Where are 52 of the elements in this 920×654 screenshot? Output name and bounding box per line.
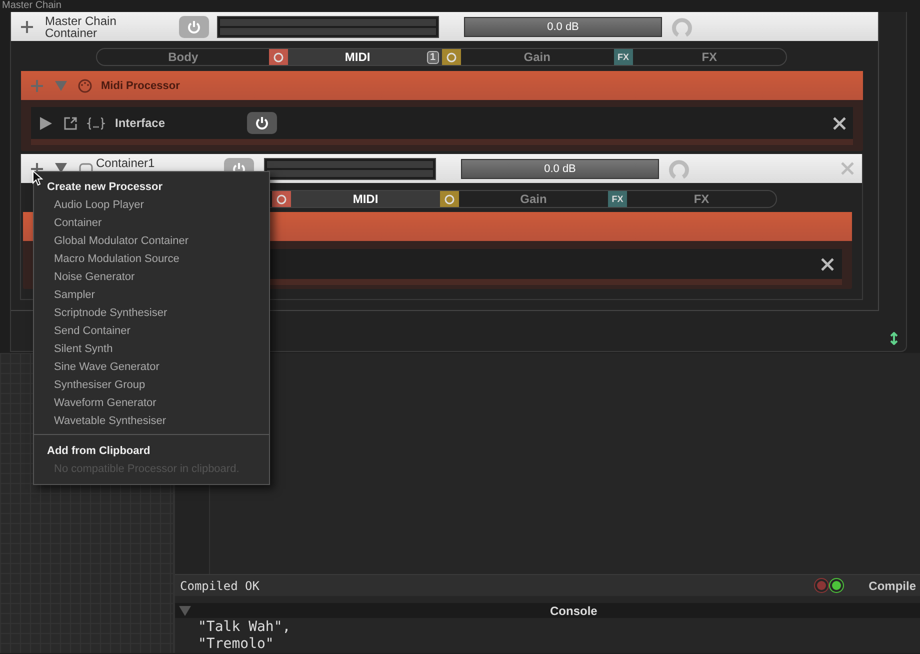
menu-heading: Add from Clipboard bbox=[46, 444, 152, 459]
power-icon bbox=[255, 116, 270, 130]
menu-heading: Create new Processor bbox=[46, 180, 164, 195]
midi-port-icon bbox=[78, 78, 92, 92]
menu-item[interactable]: Send Container bbox=[34, 322, 269, 340]
compile-status: Compiled OK bbox=[180, 578, 260, 593]
menu-item[interactable]: Scriptnode Synthesiser bbox=[34, 304, 269, 322]
tab[interactable]: MIDI 1 bbox=[269, 49, 442, 65]
tab[interactable]: Body bbox=[97, 49, 270, 65]
menu-item[interactable]: Waveform Generator bbox=[34, 394, 269, 412]
processor-name: Midi Processor bbox=[101, 80, 180, 92]
fx-icon: FX bbox=[608, 191, 627, 207]
power-icon bbox=[187, 20, 201, 34]
gain-value: 0.0 dB bbox=[547, 20, 579, 32]
gain-value: 0.0 dB bbox=[544, 162, 576, 174]
processor-type: Container bbox=[45, 26, 98, 38]
power-button[interactable] bbox=[247, 112, 278, 134]
external-link-icon[interactable] bbox=[64, 116, 77, 130]
count-badge: 1 bbox=[426, 50, 438, 64]
tab[interactable]: Gain bbox=[440, 191, 608, 207]
tab[interactable]: FX FX bbox=[614, 49, 786, 65]
fx-icon: FX bbox=[614, 49, 633, 65]
menu-item[interactable]: Silent Synth bbox=[34, 340, 269, 358]
menu-item[interactable]: Sine Wave Generator bbox=[34, 358, 269, 376]
gain-slider[interactable]: 0.0 dB bbox=[461, 158, 659, 178]
close-icon[interactable] bbox=[833, 116, 846, 130]
processor-name: Container1 bbox=[96, 157, 156, 169]
menu-item[interactable]: Container bbox=[34, 214, 269, 232]
close-icon[interactable] bbox=[821, 258, 834, 270]
play-icon[interactable] bbox=[40, 116, 52, 130]
menu-item[interactable]: Wavetable Synthesiser bbox=[34, 412, 269, 430]
menu-item[interactable]: Macro Modulation Source bbox=[34, 250, 269, 268]
processor-name: Master Chain bbox=[45, 14, 118, 26]
resize-icon[interactable] bbox=[890, 332, 898, 345]
console-line: "Tremolo" bbox=[198, 636, 275, 653]
menu-item[interactable]: Noise Generator bbox=[34, 268, 269, 286]
window-title: Master Chain bbox=[2, 0, 62, 12]
braces-icon bbox=[87, 116, 105, 130]
console-title: Console bbox=[550, 604, 598, 618]
compile-button[interactable]: Compile bbox=[864, 578, 920, 593]
mouse-pointer-icon bbox=[32, 170, 43, 186]
tab[interactable]: FX FX bbox=[608, 191, 776, 207]
tab[interactable]: MIDI bbox=[272, 191, 440, 207]
console-line: "Talk Wah", bbox=[198, 619, 292, 636]
menu-item[interactable]: Sampler bbox=[34, 286, 269, 304]
collapse-arrow-icon[interactable] bbox=[55, 162, 67, 172]
menu-item[interactable]: Synthesiser Group bbox=[34, 376, 269, 394]
menu-item[interactable]: Audio Loop Player bbox=[34, 196, 269, 214]
script-processor-name: Interface bbox=[115, 116, 166, 130]
menu-item[interactable]: Global Modulator Container bbox=[34, 232, 269, 250]
gain-slider[interactable]: 0.0 dB bbox=[464, 16, 662, 36]
tab[interactable]: Gain bbox=[442, 49, 614, 65]
